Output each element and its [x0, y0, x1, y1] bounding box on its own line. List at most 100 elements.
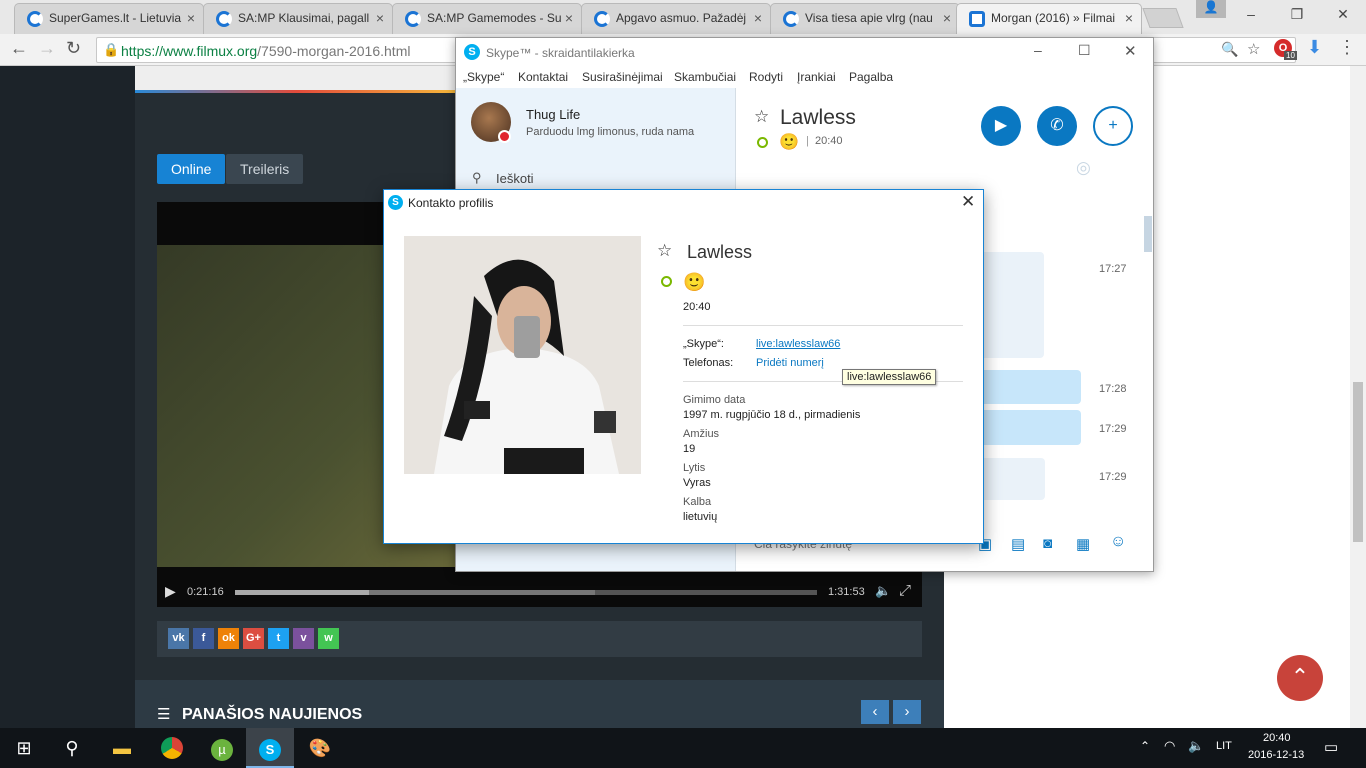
close-window-icon[interactable]: ✕ [1320, 0, 1366, 30]
emoticon-icon[interactable]: ☺ [1110, 533, 1126, 551]
facebook-icon[interactable]: f [193, 628, 214, 649]
message-time: 17:27 [1099, 263, 1127, 275]
video-message-icon[interactable]: ◙ [1043, 535, 1052, 552]
file-explorer-icon[interactable]: ▬ [98, 728, 146, 768]
browser-tab[interactable]: SA:MP Klausimai, pagall × [203, 3, 393, 34]
contact-local-time: 20:40 [683, 301, 711, 313]
skype-titlebar: S Skype™ - skraidantilakierka – ☐ ✕ [456, 38, 1153, 68]
add-phone-link[interactable]: Pridėti numerį [756, 357, 824, 369]
online-tab-button[interactable]: Online [157, 154, 226, 184]
menu-view[interactable]: Rodyti [749, 70, 783, 84]
tab-title: SA:MP Gamemodes - Su [427, 11, 562, 25]
page-scrollbar[interactable] [1350, 66, 1366, 728]
menu-icon[interactable]: ⋮ [1338, 37, 1356, 58]
search-input[interactable]: Ieškoti [496, 171, 534, 186]
skype-logo: S [259, 739, 281, 761]
favorite-star-icon[interactable]: ☆ [657, 241, 672, 261]
menu-conversations[interactable]: Susirašinėjimai [582, 70, 663, 84]
send-contact-icon[interactable]: ▦ [1076, 535, 1090, 553]
new-tab-button[interactable] [1142, 8, 1184, 28]
whatsapp-icon[interactable]: w [318, 628, 339, 649]
browser-tab[interactable]: Apgavo asmuo. Pažadėj × [581, 3, 771, 34]
close-icon[interactable]: ✕ [1124, 42, 1137, 60]
viber-icon[interactable]: v [293, 628, 314, 649]
close-icon[interactable]: × [187, 10, 195, 26]
seek-bar[interactable] [235, 590, 817, 595]
windows-start-icon[interactable]: ⊞ [0, 728, 48, 768]
skype-taskbar-icon[interactable]: S [246, 728, 294, 768]
tab-title: SA:MP Klausimai, pagall [238, 11, 370, 25]
next-arrow-button[interactable]: › [893, 700, 921, 724]
minimize-icon[interactable]: – [1034, 42, 1042, 58]
menu-skype[interactable]: „Skype“ [463, 70, 504, 84]
reload-icon[interactable]: ↻ [66, 38, 81, 59]
send-file-icon[interactable]: ▤ [1011, 535, 1025, 553]
skype-name-link[interactable]: live:lawlesslaw66 [756, 338, 840, 350]
video-call-button[interactable]: ▶ [981, 106, 1021, 146]
close-icon[interactable]: × [754, 10, 762, 26]
menu-tools[interactable]: Įrankiai [797, 70, 836, 84]
tab-title: Visa tiesa apie vlrg (nau [805, 11, 933, 25]
scrollbar-thumb[interactable] [1353, 382, 1363, 542]
close-icon[interactable]: ✕ [961, 192, 975, 212]
clock-time[interactable]: 20:40 [1263, 732, 1291, 744]
back-icon[interactable]: ← [10, 38, 28, 59]
menu-calls[interactable]: Skambučiai [674, 70, 736, 84]
vk-icon[interactable]: vk [168, 628, 189, 649]
zoom-search-icon[interactable]: 🔍 [1221, 41, 1238, 58]
close-icon[interactable]: × [1125, 10, 1133, 26]
download-icon[interactable]: ⬇ [1307, 37, 1322, 58]
profile-mood[interactable]: Parduodu lmg limonus, ruda nama [526, 126, 694, 138]
favorite-star-icon[interactable]: ☆ [754, 107, 769, 127]
keyboard-language[interactable]: LIT [1216, 740, 1232, 752]
browser-tab[interactable]: Visa tiesa apie vlrg (nau × [770, 3, 960, 34]
chat-contact-name[interactable]: Lawless [780, 106, 856, 130]
audio-call-button[interactable]: ✆ [1037, 106, 1077, 146]
search-icon[interactable]: ⚲ [48, 728, 96, 768]
scroll-to-top-button[interactable]: ⌃ [1277, 655, 1323, 701]
paint-icon[interactable]: 🎨 [296, 728, 344, 768]
previous-arrow-button[interactable]: ‹ [861, 700, 889, 724]
menu-contacts[interactable]: Kontaktai [518, 70, 568, 84]
add-people-button[interactable]: + [1093, 106, 1133, 146]
volume-icon[interactable]: 🔈 [1188, 738, 1204, 754]
forward-icon[interactable]: → [38, 38, 56, 59]
volume-icon[interactable]: 🔈 [875, 583, 891, 599]
twitter-icon[interactable]: t [268, 628, 289, 649]
clock-date[interactable]: 2016-12-13 [1248, 749, 1304, 761]
close-icon[interactable]: × [376, 10, 384, 26]
dialog-title: Kontakto profilis [408, 196, 494, 210]
gender-value: Vyras [683, 477, 711, 489]
contact-name: Lawless [687, 242, 753, 262]
trailer-tab-button[interactable]: Treileris [226, 154, 304, 184]
show-hidden-icons-icon[interactable]: ⌃ [1140, 739, 1150, 753]
minimize-icon[interactable]: – [1228, 0, 1274, 30]
action-center-icon[interactable]: ▭ [1324, 738, 1338, 756]
browser-tab[interactable]: SA:MP Gamemodes - Su × [392, 3, 582, 34]
browser-tab[interactable]: SuperGames.lt - Lietuvia × [14, 3, 204, 34]
chat-scrollbar-thumb[interactable] [1144, 216, 1152, 252]
divider: | [806, 135, 809, 147]
tab-title: SuperGames.lt - Lietuvia [49, 11, 182, 25]
profile-name[interactable]: Thug Life [526, 107, 580, 122]
fullscreen-icon[interactable]: ⤢ [899, 582, 911, 599]
maximize-icon[interactable]: ☐ [1078, 42, 1091, 59]
tooltip: live:lawlesslaw66 [842, 369, 937, 385]
restore-icon[interactable]: ❐ [1274, 0, 1320, 30]
menu-help[interactable]: Pagalba [849, 70, 893, 84]
utorrent-icon[interactable]: µ [198, 728, 246, 768]
browser-tab-active[interactable]: Morgan (2016) » Filmai × [956, 3, 1142, 35]
google-plus-icon[interactable]: G+ [243, 628, 264, 649]
odnoklassniki-icon[interactable]: ok [218, 628, 239, 649]
contact-photo-illustration [404, 236, 641, 474]
bookmark-star-icon[interactable]: ☆ [1247, 40, 1260, 58]
close-icon[interactable]: × [943, 10, 951, 26]
play-icon[interactable]: ▶ [165, 583, 176, 600]
close-icon[interactable]: × [565, 10, 573, 26]
user-profile-icon[interactable]: 👤 [1196, 0, 1226, 18]
chrome-icon[interactable] [148, 728, 196, 768]
chat-local-time: 20:40 [815, 135, 843, 147]
tab-title: Morgan (2016) » Filmai [991, 11, 1116, 25]
divider [683, 325, 963, 326]
wifi-icon[interactable]: ◠ [1164, 738, 1175, 754]
